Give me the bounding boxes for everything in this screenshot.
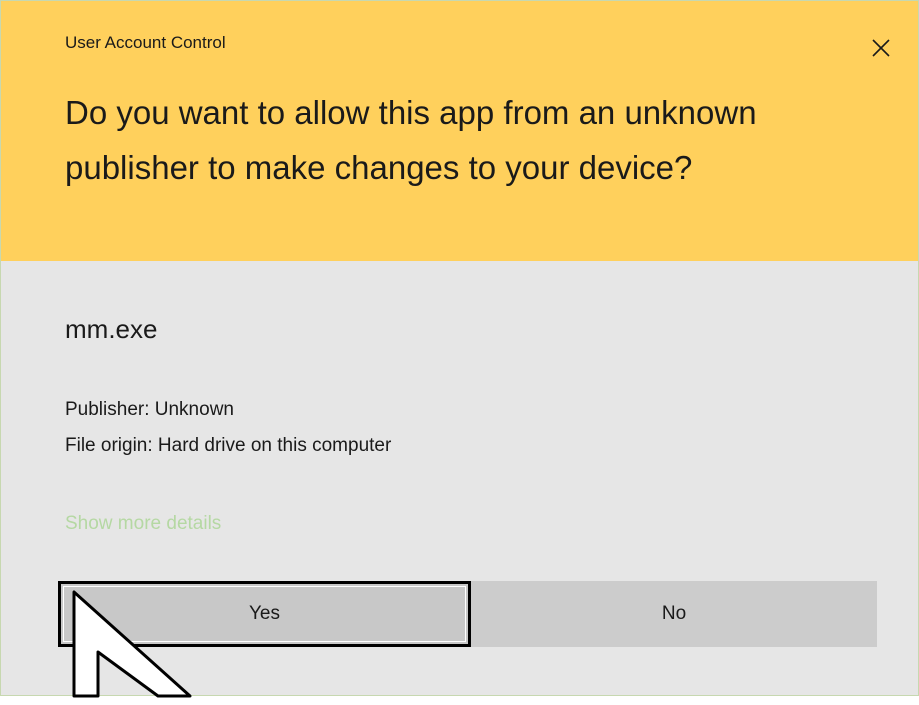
publisher-text: Publisher: Unknown (65, 399, 234, 420)
yes-button-label: Yes (249, 603, 280, 624)
no-button[interactable]: No (471, 581, 877, 647)
no-button-label: No (661, 603, 687, 624)
app-name: mm.exe (65, 314, 158, 344)
close-button[interactable] (859, 28, 903, 68)
yes-button[interactable]: Yes (58, 581, 471, 647)
prompt-question: Do you want to allow this app from an un… (65, 94, 757, 186)
dialog-header: User Account Control Do you want to allo… (1, 1, 918, 261)
show-more-details-link[interactable]: Show more details (65, 513, 221, 535)
uac-dialog: User Account Control Do you want to allo… (0, 0, 919, 696)
window-title: User Account Control (65, 33, 226, 52)
close-icon (859, 28, 903, 68)
file-origin-text: File origin: Hard drive on this computer (65, 435, 392, 456)
